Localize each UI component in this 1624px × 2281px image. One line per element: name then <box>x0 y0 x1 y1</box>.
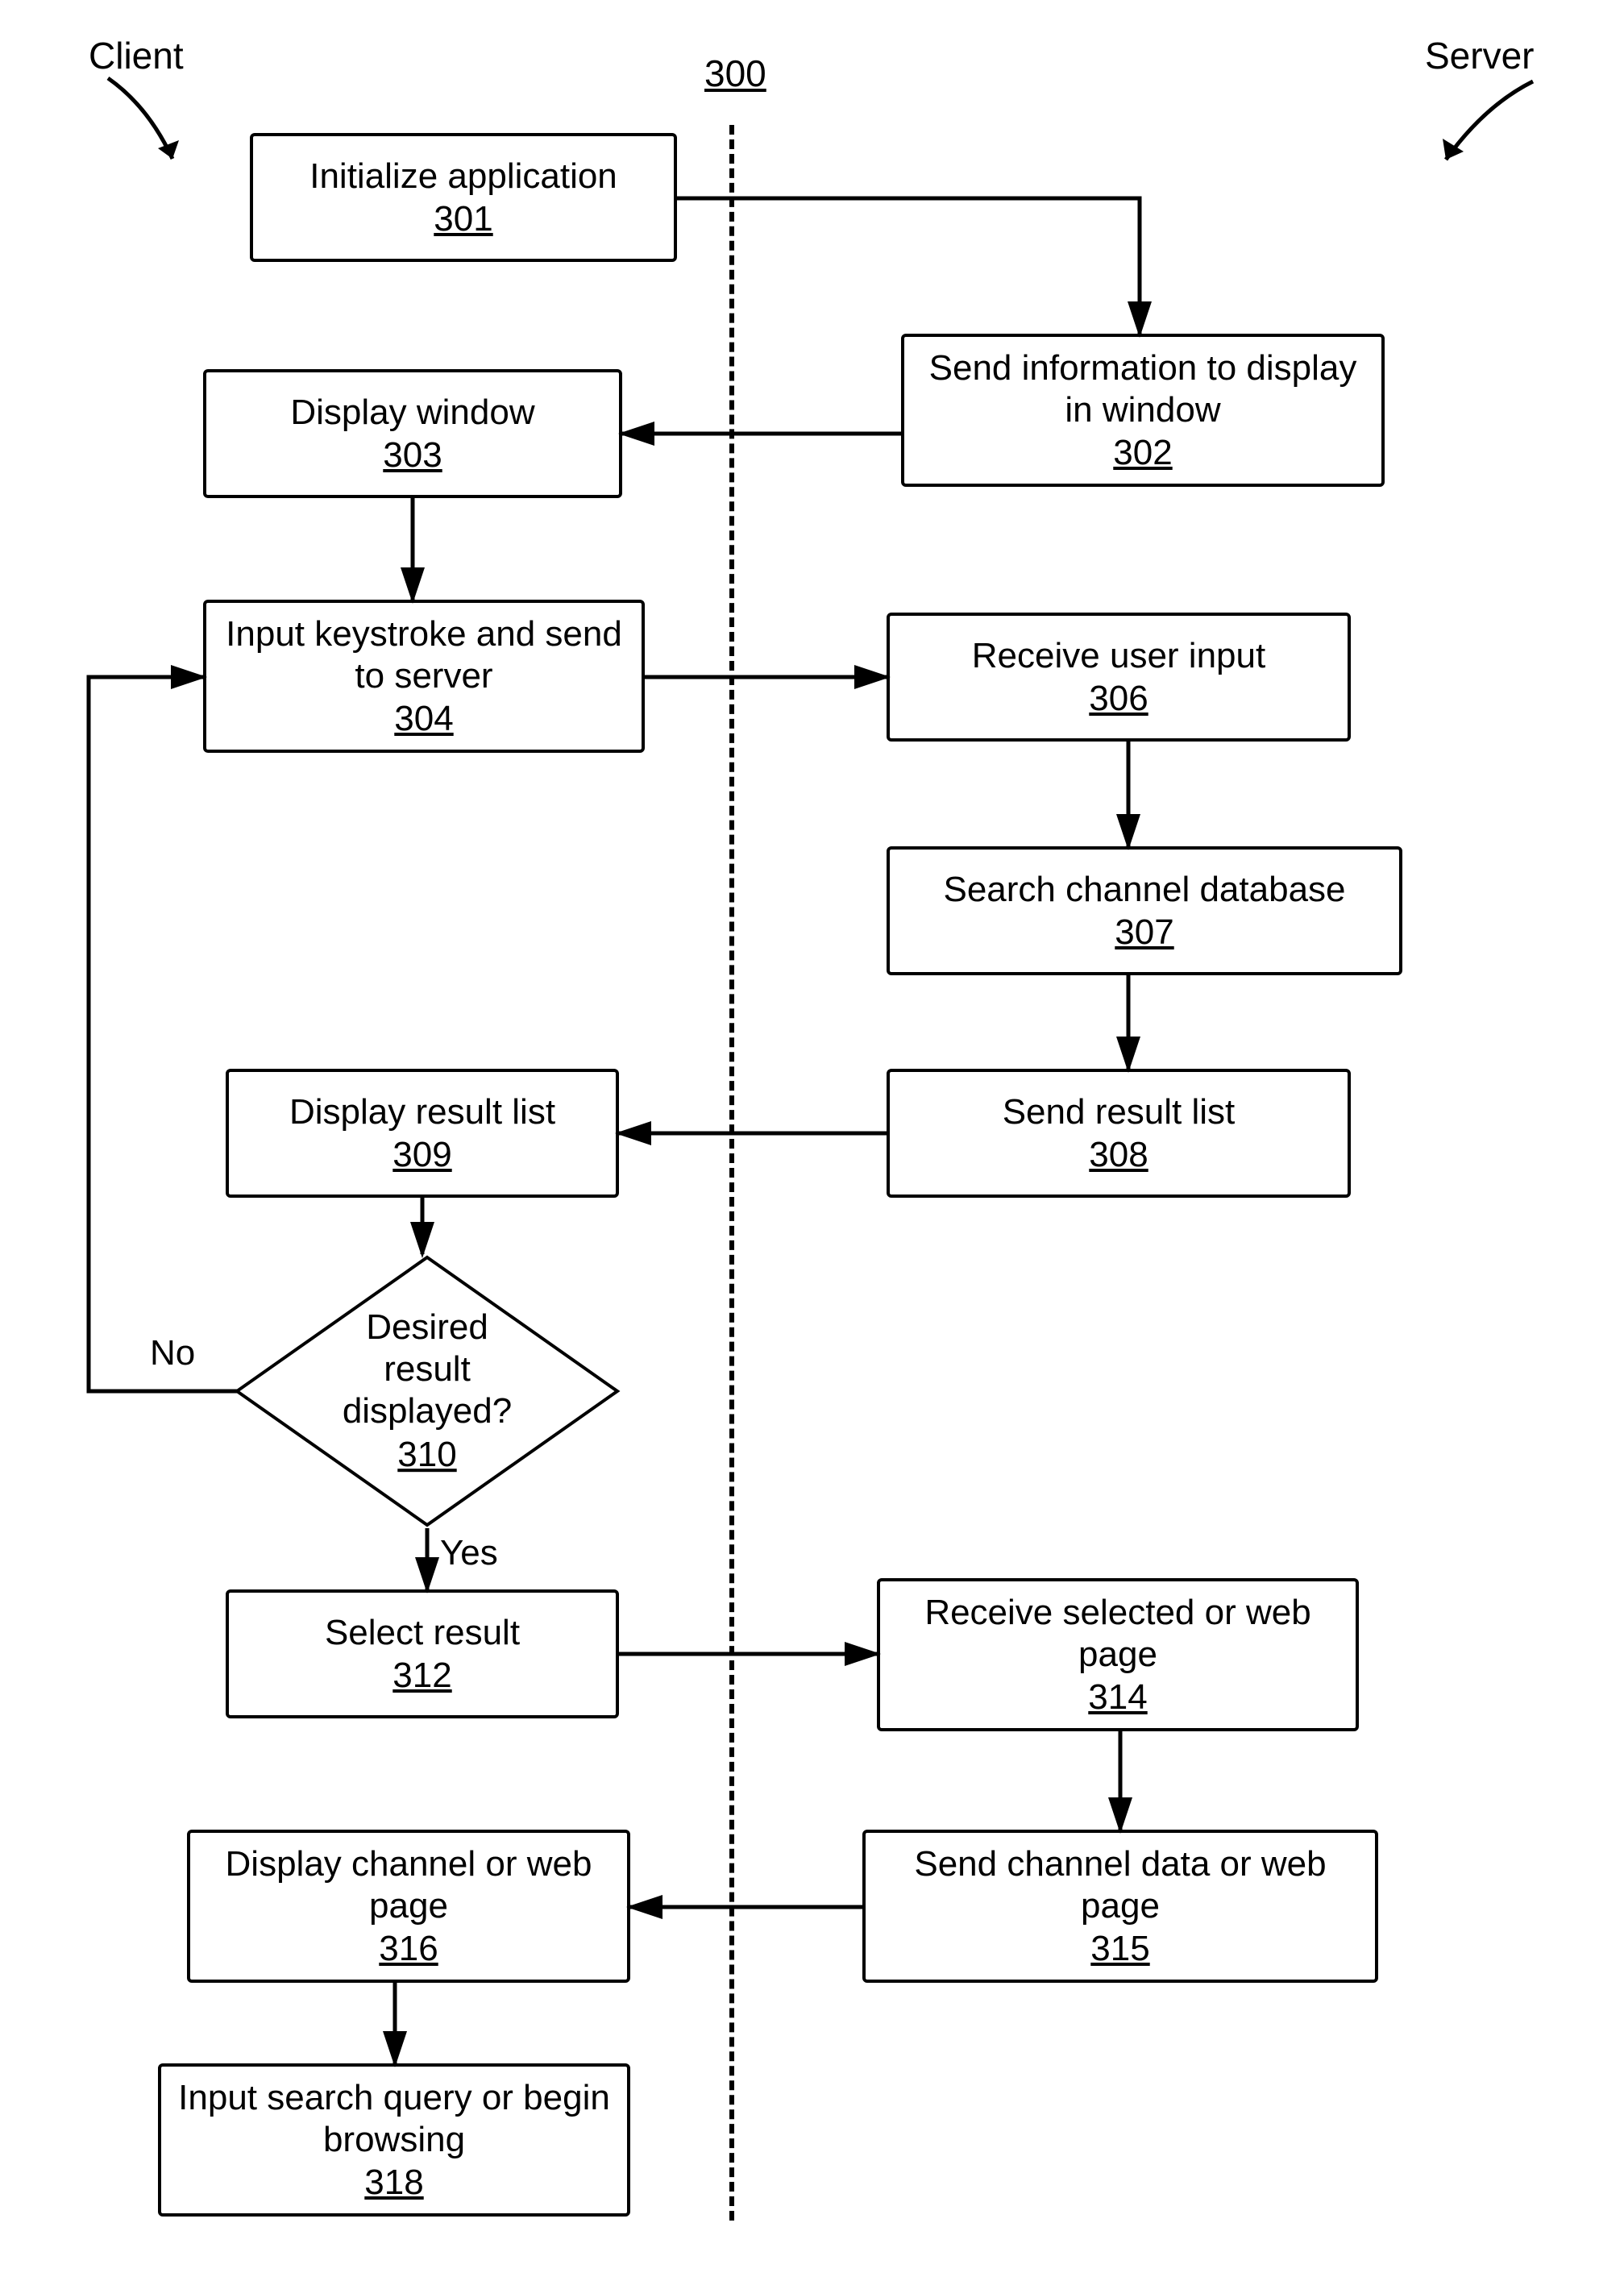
flowchart-canvas: Client Server 300 Initialize application… <box>0 0 1624 2281</box>
connectors <box>0 0 1624 2281</box>
